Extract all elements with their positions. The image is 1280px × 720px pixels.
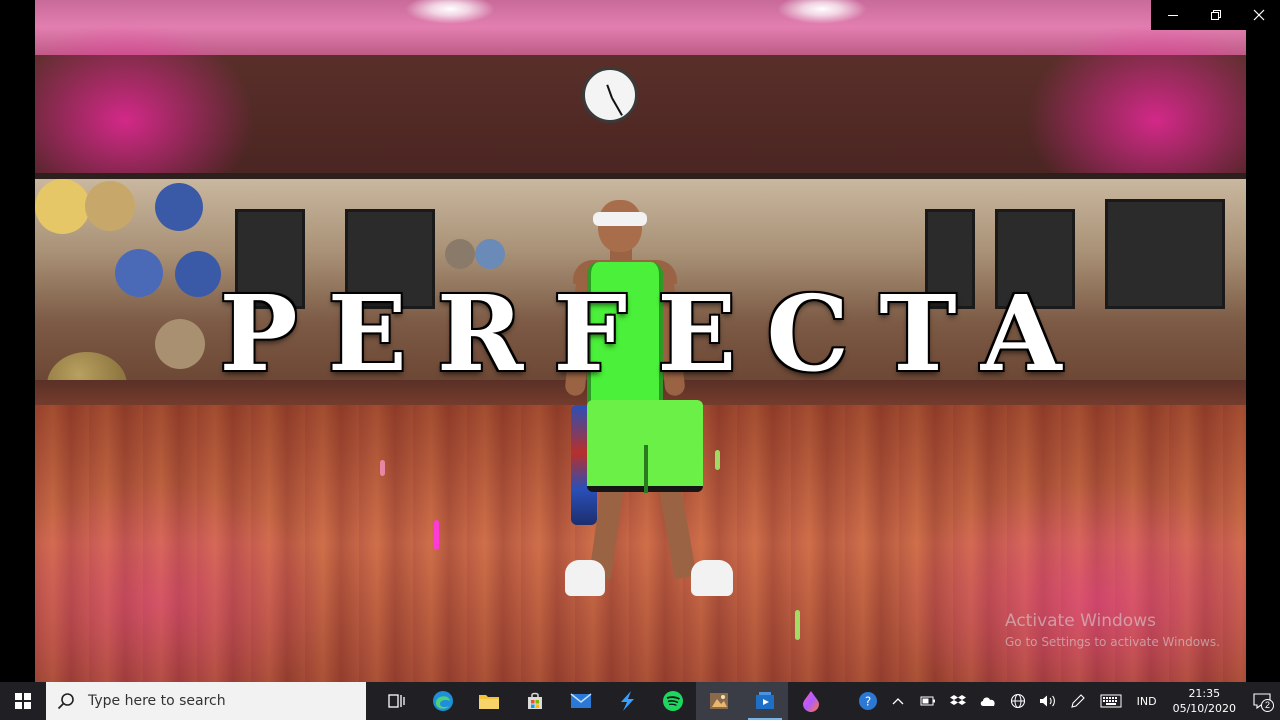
- light-reflection: [380, 460, 385, 476]
- clock-time: 21:35: [1188, 687, 1221, 700]
- dropbox-icon[interactable]: [946, 682, 970, 720]
- dancer: [535, 200, 733, 600]
- keyboard-icon[interactable]: [1096, 682, 1126, 720]
- clock-date: 05/10/2020: [1172, 702, 1236, 715]
- search-placeholder: Type here to search: [88, 693, 226, 709]
- network-globe-icon[interactable]: [1006, 682, 1030, 720]
- light-reflection: [715, 450, 720, 470]
- exercise-ball: [475, 239, 505, 269]
- exercise-ball: [85, 181, 135, 231]
- notification-center-icon[interactable]: 2: [1244, 682, 1280, 720]
- restore-icon[interactable]: [1194, 0, 1237, 30]
- window-controls: [1151, 0, 1280, 30]
- color-app-icon[interactable]: [788, 682, 834, 720]
- edge-browser-icon[interactable]: [420, 682, 466, 720]
- system-tray: ? IND 21:35 05/10/2020 2: [853, 682, 1280, 720]
- activate-windows-watermark: Activate Windows Go to Settings to activ…: [1005, 611, 1220, 649]
- notification-badge: 2: [1261, 699, 1274, 712]
- task-view-icon[interactable]: [374, 682, 420, 720]
- bandana: [593, 212, 647, 226]
- exercise-ball: [155, 183, 203, 231]
- input-language[interactable]: IND: [1129, 695, 1165, 708]
- media-player-icon[interactable]: [742, 682, 788, 720]
- video-frame[interactable]: PERFECTA: [35, 0, 1246, 682]
- screen: PERFECTA Activate Windows Go to Settings…: [0, 0, 1280, 720]
- pen-icon[interactable]: [1066, 682, 1090, 720]
- search-icon: [57, 693, 74, 710]
- video-title-overlay: PERFECTA: [219, 272, 1092, 395]
- spotify-icon[interactable]: [650, 682, 696, 720]
- taskbar: Type here to search ? IND 21:35 05/10/20…: [0, 682, 1280, 720]
- file-explorer-icon[interactable]: [466, 682, 512, 720]
- wall-clock: [582, 67, 638, 123]
- pinned-apps: [374, 682, 834, 720]
- photo-editor-icon[interactable]: [696, 682, 742, 720]
- shoe: [691, 560, 733, 596]
- taskbar-search-box[interactable]: Type here to search: [46, 682, 366, 720]
- watermark-title: Activate Windows: [1005, 611, 1156, 631]
- volume-icon[interactable]: [1036, 682, 1060, 720]
- close-icon[interactable]: [1237, 0, 1280, 30]
- taskbar-clock[interactable]: 21:35 05/10/2020: [1165, 686, 1244, 716]
- cloud-sync-icon[interactable]: [976, 682, 1000, 720]
- mail-icon[interactable]: [558, 682, 604, 720]
- windows-logo-icon: [15, 693, 31, 709]
- svg-text:?: ?: [864, 695, 870, 709]
- visual-studio-icon[interactable]: [604, 682, 650, 720]
- help-icon[interactable]: ?: [856, 682, 880, 720]
- head: [598, 200, 642, 252]
- minimize-icon[interactable]: [1151, 0, 1194, 30]
- exercise-ball: [35, 179, 90, 234]
- shoe: [565, 560, 605, 596]
- start-button[interactable]: [0, 682, 46, 720]
- chevron-up-icon[interactable]: [886, 682, 910, 720]
- exercise-ball: [445, 239, 475, 269]
- watermark-subtitle: Go to Settings to activate Windows.: [1005, 635, 1220, 649]
- light-reflection: [795, 610, 800, 640]
- microsoft-store-icon[interactable]: [512, 682, 558, 720]
- light-reflection: [434, 520, 439, 550]
- battery-icon[interactable]: [916, 682, 940, 720]
